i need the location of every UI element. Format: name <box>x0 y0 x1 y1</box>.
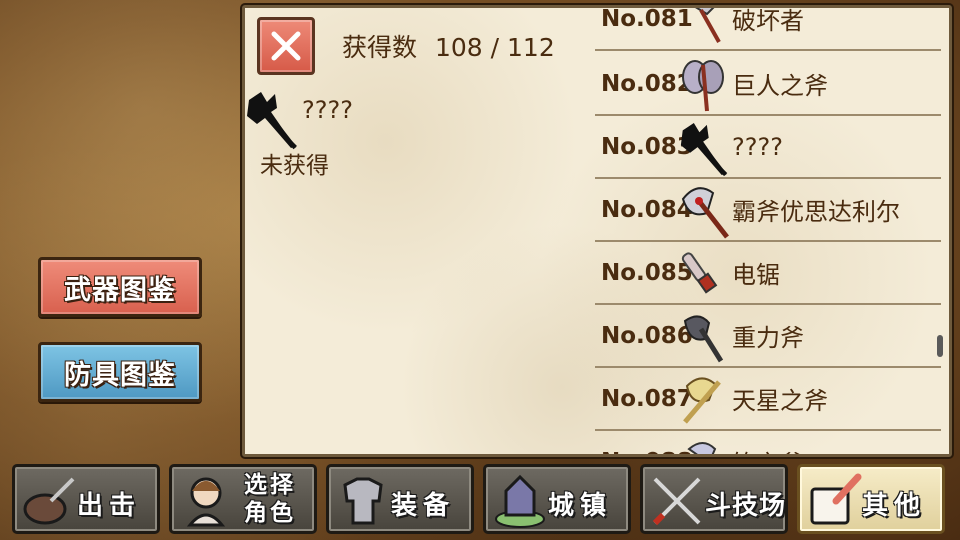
weapon-encyclopedia-button[interactable]: 武器图鉴 <box>38 257 202 317</box>
town-icon <box>495 474 545 528</box>
nav-equip-button[interactable]: 装备 <box>326 464 474 534</box>
nav-select-character-line1: 选择 <box>244 472 296 498</box>
giant-axe-icon <box>682 60 724 112</box>
encyclopedia-panel: 获得数 108 / 112 ???? 未获得 No.081 破坏者 No.082… <box>242 5 952 457</box>
nav-arena-label: 斗技场 <box>705 491 787 521</box>
list-item[interactable]: No.084 霸斧优思达利尔 <box>595 179 941 242</box>
nav-equip-label: 装备 <box>391 491 456 521</box>
selected-item-name: ???? <box>302 96 353 124</box>
dark-axe-icon <box>247 92 297 150</box>
collected-count-value: 108 / 112 <box>434 33 555 62</box>
close-button[interactable] <box>257 17 315 75</box>
chainsaw-icon <box>681 252 718 294</box>
list-item[interactable]: No.082 巨人之斧 <box>595 53 941 116</box>
overlord-axe-icon <box>681 187 729 239</box>
list-item[interactable]: No.085 电锯 <box>595 242 941 305</box>
nav-sortie-button[interactable]: 出击 <box>12 464 160 534</box>
armor-encyclopedia-button[interactable]: 防具图鉴 <box>38 342 202 402</box>
item-name: 笛之斧 <box>732 444 804 454</box>
nav-select-character-line2: 角色 <box>244 500 296 526</box>
nav-sortie-label: 出击 <box>77 491 142 521</box>
list-scrollbar[interactable] <box>937 335 943 357</box>
list-item[interactable]: No.086 重力斧 <box>595 305 941 368</box>
list-item[interactable]: No.088 笛之斧 <box>595 431 941 454</box>
nav-arena-button[interactable]: 斗技场 <box>640 464 788 534</box>
red-axe-icon <box>695 8 721 43</box>
item-name: 电锯 <box>732 261 780 289</box>
dark-axe-icon <box>680 123 728 177</box>
item-name: 重力斧 <box>732 324 804 352</box>
item-name: 破坏者 <box>732 8 804 35</box>
axe-icon <box>687 442 717 454</box>
bottom-nav: 出击 选择 角色 装备 城镇 斗技场 其他 <box>12 464 948 536</box>
close-icon <box>271 31 301 61</box>
item-name: 天星之斧 <box>732 387 828 415</box>
character-icon <box>186 477 226 527</box>
item-list[interactable]: No.081 破坏者 No.082 巨人之斧 No.083 ???? No.08… <box>595 8 941 454</box>
nav-town-label: 城镇 <box>548 491 613 521</box>
item-name: ???? <box>732 132 783 161</box>
nav-select-character-button[interactable]: 选择 角色 <box>169 464 317 534</box>
star-axe-icon <box>683 377 721 424</box>
armor-icon <box>343 477 383 525</box>
scroll-feather-icon <box>810 473 862 525</box>
list-item[interactable]: No.083 ???? <box>595 116 941 179</box>
collected-count-label: 获得数 <box>342 33 418 62</box>
list-item[interactable]: No.081 破坏者 <box>595 8 941 51</box>
list-item[interactable]: No.087 天星之斧 <box>595 368 941 431</box>
nav-other-label: 其他 <box>862 491 927 521</box>
nav-other-button[interactable]: 其他 <box>797 464 945 534</box>
collected-count: 获得数 108 / 112 <box>342 28 555 64</box>
crossed-swords-icon <box>652 477 701 526</box>
selected-item-status: 未获得 <box>260 153 329 179</box>
nav-select-character-label: 选择 角色 <box>244 471 296 527</box>
sortie-icon <box>23 477 75 525</box>
item-name: 巨人之斧 <box>732 72 828 100</box>
item-name: 霸斧优思达利尔 <box>732 198 900 226</box>
gravity-axe-icon <box>683 315 724 363</box>
nav-town-button[interactable]: 城镇 <box>483 464 631 534</box>
